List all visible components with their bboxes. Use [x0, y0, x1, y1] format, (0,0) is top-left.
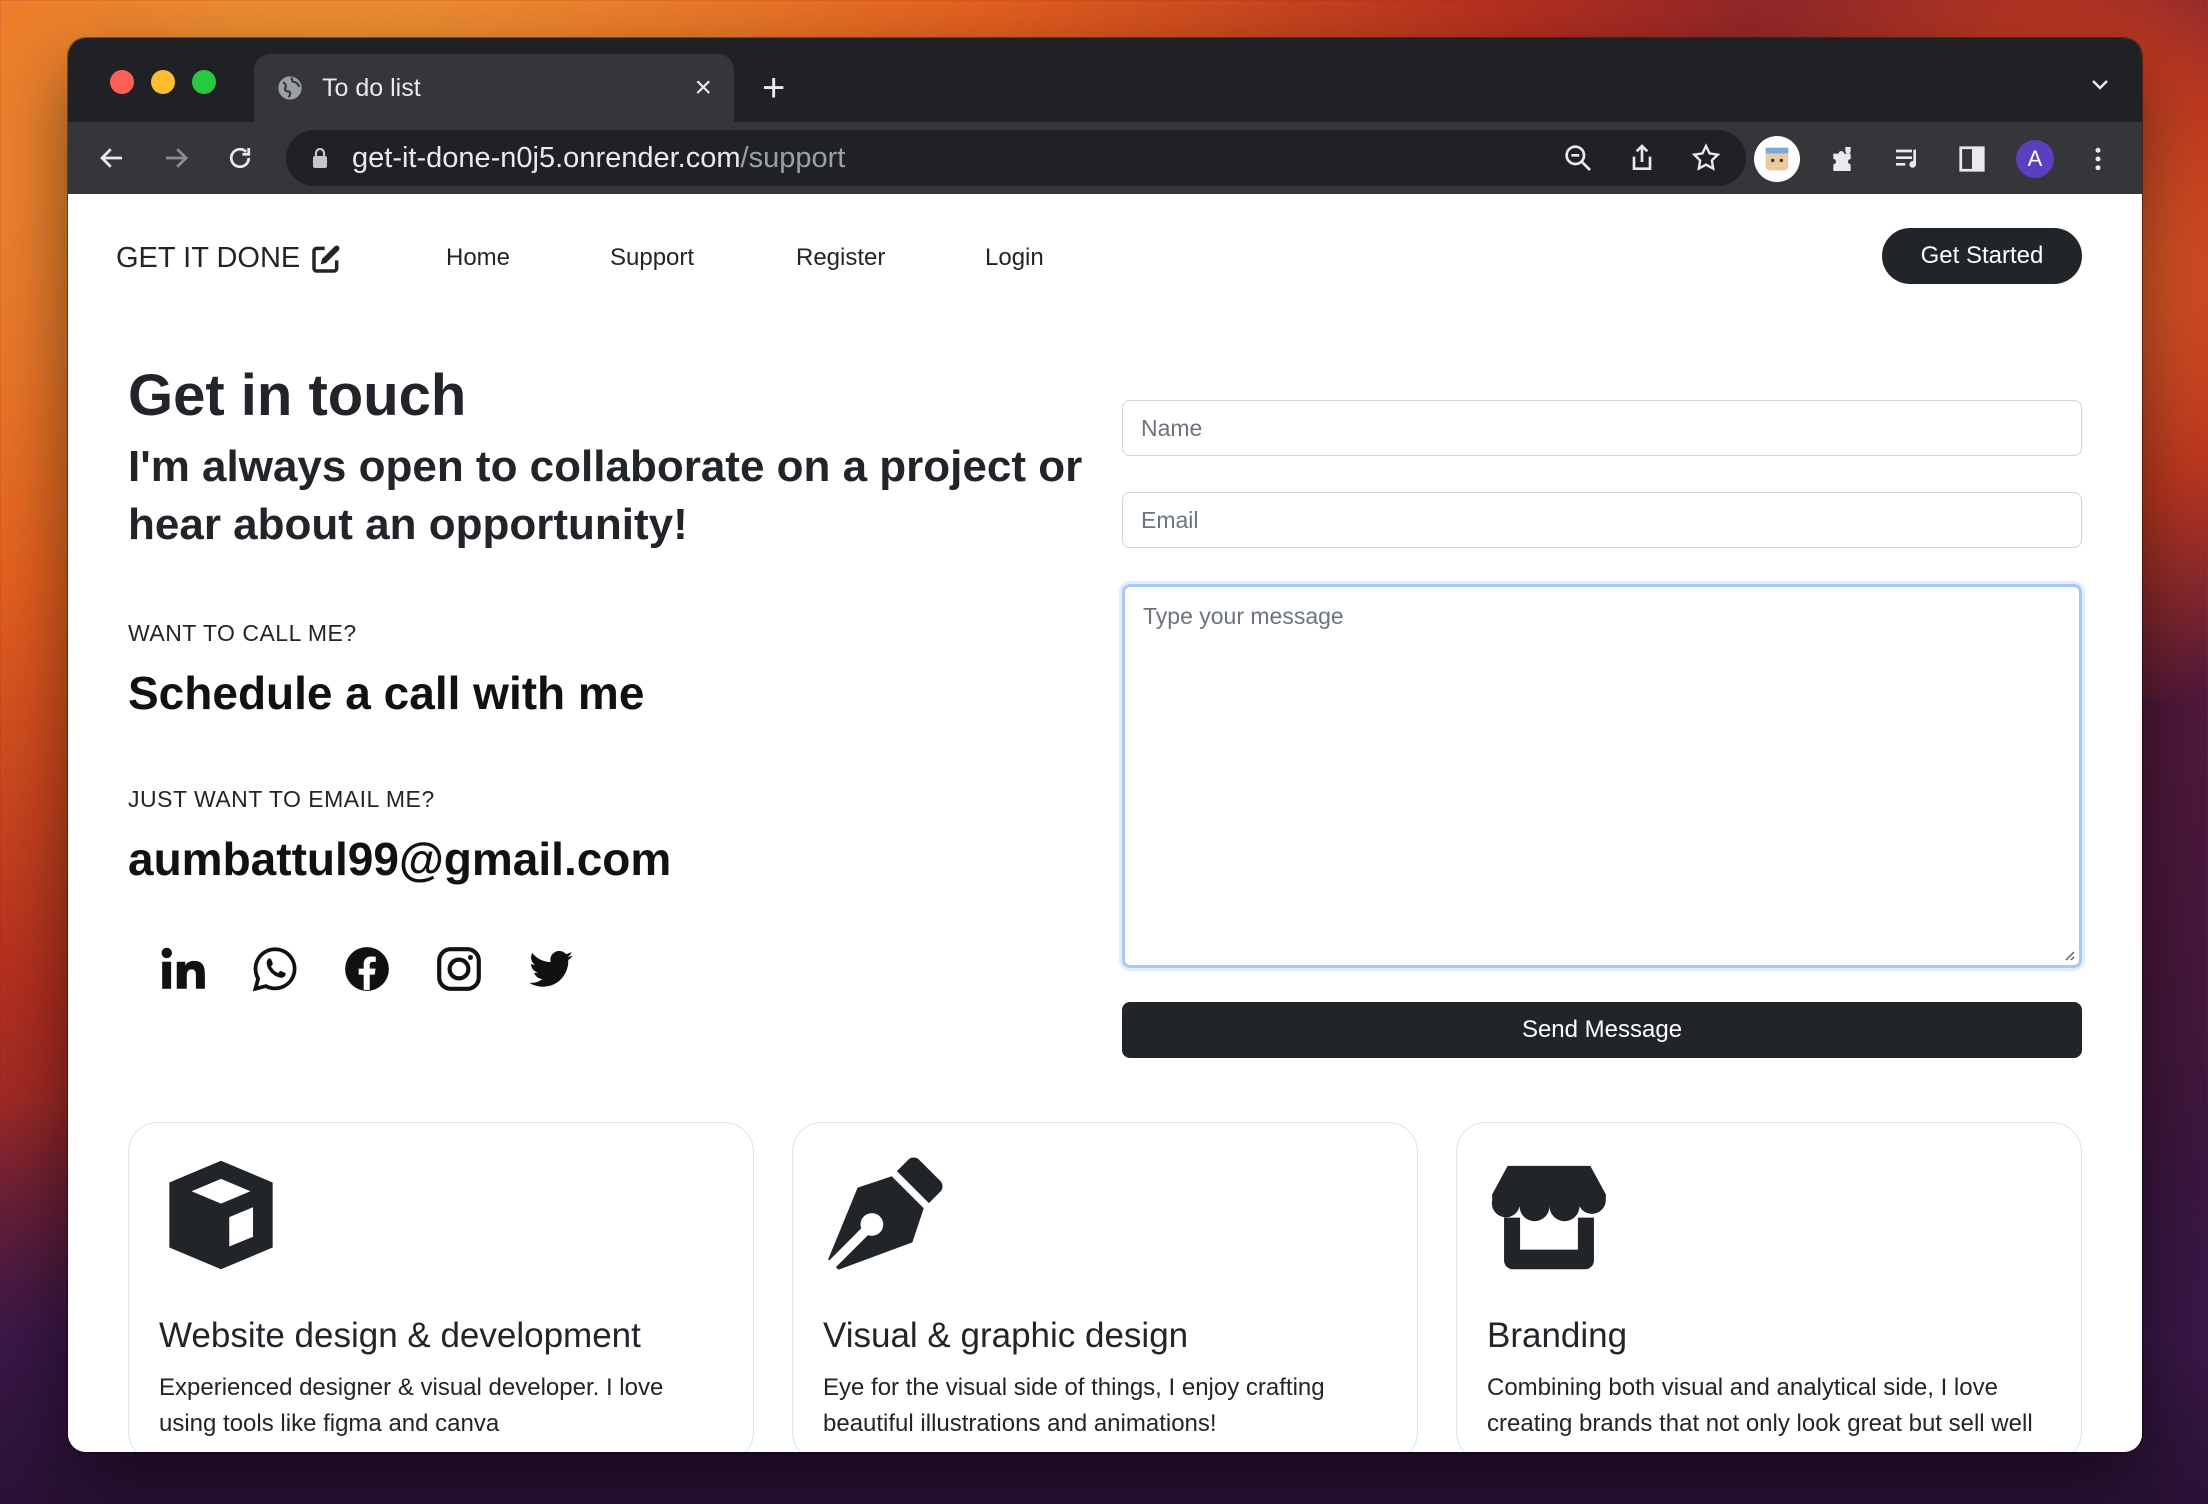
service-description: Eye for the visual side of things, I enj… [823, 1374, 1325, 1437]
send-message-button[interactable]: Send Message [1122, 1002, 2082, 1058]
page-subtitle: I'm always open to collaborate on a proj… [128, 441, 1083, 549]
service-description: Combining both visual and analytical sid… [1487, 1374, 2033, 1437]
message-placeholder: Type your message [1143, 603, 1344, 629]
service-title: Website design & development [159, 1316, 641, 1355]
browser-toolbar: get-it-done-n0j5.onrender.com/support A [68, 122, 2142, 194]
twitter-icon[interactable] [526, 944, 576, 994]
address-bar[interactable]: get-it-done-n0j5.onrender.com/support [286, 130, 1746, 186]
get-started-button[interactable]: Get Started [1882, 228, 2082, 284]
media-playlist-icon[interactable] [1888, 139, 1928, 179]
back-button[interactable] [94, 140, 130, 176]
arrow-left-icon [100, 148, 122, 168]
window-controls [110, 70, 216, 94]
linkedin-icon[interactable] [158, 944, 208, 994]
toolbar-right: A [1754, 136, 2118, 182]
name-input[interactable]: Name [1122, 400, 2082, 456]
brand-name: GET IT DONE [116, 242, 301, 274]
shop-icon [1491, 1165, 1606, 1270]
url-host: get-it-done-n0j5.onrender.com [352, 141, 741, 174]
nav-link-home[interactable]: Home [446, 244, 610, 272]
call-label: WANT TO CALL ME? [128, 620, 357, 646]
services-cards: Website design & development Experienced… [128, 1122, 2082, 1452]
page-title: Get in touch [128, 363, 467, 428]
minimize-window-button[interactable] [151, 70, 175, 94]
tab-strip: To do list × + [68, 38, 2142, 122]
nav-link-support[interactable]: Support [610, 244, 796, 272]
social-links [158, 944, 576, 994]
tab-close-icon[interactable]: × [694, 73, 712, 103]
email-input[interactable]: Email [1122, 492, 2082, 548]
web-page: GET IT DONE Home Support Register Login … [68, 194, 2142, 1452]
zoom-window-button[interactable] [192, 70, 216, 94]
reload-button[interactable] [222, 140, 258, 176]
profile-avatar[interactable]: A [2016, 140, 2054, 178]
facebook-icon[interactable] [342, 944, 392, 994]
arrow-right-icon [166, 148, 188, 168]
new-tab-button[interactable]: + [762, 68, 785, 108]
instagram-icon[interactable] [434, 944, 484, 994]
whatsapp-icon[interactable] [250, 944, 300, 994]
side-panel-icon[interactable] [1952, 139, 1992, 179]
pen-nib-icon [828, 1157, 943, 1270]
nav-link-login[interactable]: Login [985, 244, 1085, 272]
url-path: /support [740, 141, 846, 174]
close-window-button[interactable] [110, 70, 134, 94]
edit-icon [312, 245, 340, 273]
email-label: JUST WANT TO EMAIL ME? [128, 786, 435, 812]
browser-window: To do list × + get-it-done-n0j5.onrender… [68, 38, 2142, 1452]
globe-icon [278, 76, 302, 100]
forward-button[interactable] [158, 140, 194, 176]
nav-link-register[interactable]: Register [796, 244, 985, 272]
extension-cat-icon[interactable] [1754, 136, 1800, 182]
share-icon[interactable] [1626, 142, 1658, 174]
box-icon [169, 1160, 273, 1270]
more-menu-icon[interactable] [2078, 139, 2118, 179]
message-textarea[interactable]: Type your message [1122, 584, 2082, 968]
bookmark-star-icon[interactable] [1690, 142, 1722, 174]
service-card: Visual & graphic design Eye for the visu… [792, 1122, 1418, 1452]
tab-title: To do list [322, 73, 421, 102]
email-link[interactable]: aumbattul99@gmail.com [128, 832, 671, 886]
schedule-call-link[interactable]: Schedule a call with me [128, 666, 644, 720]
resize-grip-icon[interactable] [2061, 947, 2075, 961]
service-description: Experienced designer & visual developer.… [159, 1374, 664, 1437]
chevron-down-icon[interactable] [2088, 72, 2112, 96]
browser-tab[interactable]: To do list × [254, 54, 734, 122]
brand-logo[interactable]: GET IT DONE [116, 242, 342, 275]
service-card: Website design & development Experienced… [128, 1122, 754, 1452]
service-title: Visual & graphic design [823, 1316, 1189, 1355]
contact-form: Name Email Type your message Send Messag… [1122, 400, 2082, 1058]
reload-icon [229, 147, 251, 169]
zoom-out-icon[interactable] [1562, 142, 1594, 174]
service-title: Branding [1487, 1316, 1628, 1355]
nav-links: Home Support Register Login [446, 244, 1085, 272]
service-card: Branding Combining both visual and analy… [1456, 1122, 2082, 1452]
contact-info: Get in touch I'm always open to collabor… [128, 363, 1108, 992]
site-navbar: GET IT DONE Home Support Register Login … [68, 194, 2142, 318]
address-bar-actions [1562, 142, 1722, 174]
extensions-puzzle-icon[interactable] [1824, 139, 1864, 179]
lock-icon [313, 147, 327, 168]
